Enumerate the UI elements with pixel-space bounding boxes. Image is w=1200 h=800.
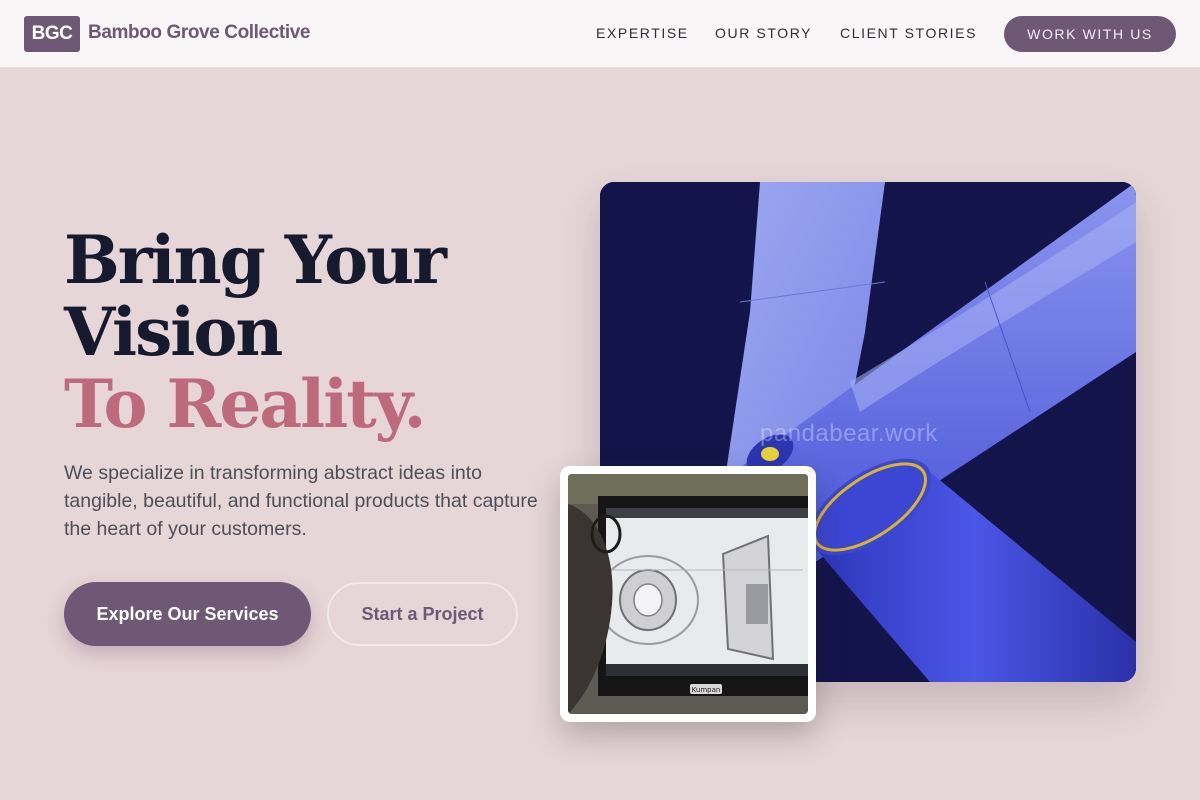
logo-badge[interactable]: BGC	[24, 16, 80, 52]
hero-title-accent: To Reality.	[64, 365, 427, 443]
design-screen-photo: Kumpan	[568, 474, 808, 714]
hero-description: We specialize in transforming abstract i…	[64, 462, 538, 540]
hero-title-line-1: Bring Your	[64, 221, 447, 299]
hero-title-line-2: Vision	[64, 293, 283, 371]
watermark: pandabear.work	[760, 420, 938, 447]
explore-services-button[interactable]: Explore Our Services	[64, 582, 311, 646]
nav-link-expertise[interactable]: EXPERTISE	[596, 25, 689, 41]
nav-link-our-story[interactable]: OUR STORY	[715, 25, 812, 41]
nav-link-client-stories[interactable]: CLIENT STORIES	[840, 25, 977, 41]
monitor-cad-illustration: Kumpan	[568, 474, 808, 714]
work-with-us-button[interactable]: WORK WITH US	[1004, 16, 1176, 52]
design-screen-card: Kumpan	[560, 466, 816, 722]
brand-name[interactable]: Bamboo Grove Collective	[88, 22, 310, 44]
start-project-button[interactable]: Start a Project	[327, 582, 518, 646]
hero-title: Bring Your Vision To Reality.	[64, 221, 447, 443]
site-header: BGC Bamboo Grove Collective EXPERTISE OU…	[0, 0, 1200, 68]
monitor-brand-label: Kumpan	[692, 686, 721, 694]
